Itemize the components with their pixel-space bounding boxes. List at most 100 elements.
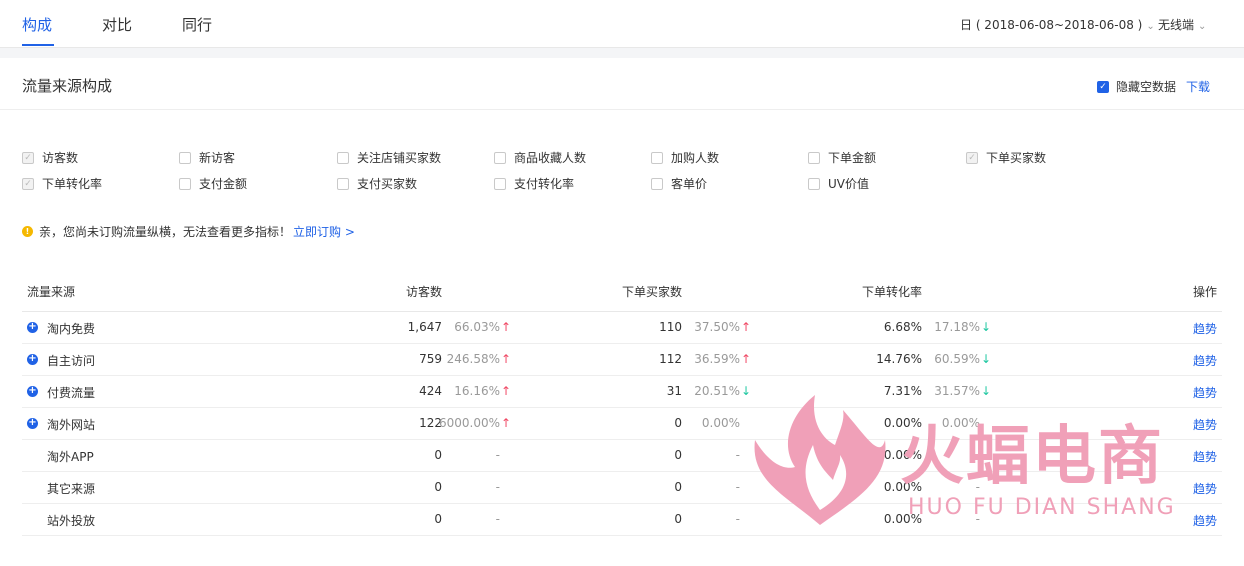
- table-row: 站外投放 0 - 0 - 0.00% - 趋势: [22, 504, 1222, 536]
- visitors-value: 424: [419, 384, 442, 398]
- checkbox-icon: [651, 151, 663, 164]
- metric-label: 访客数: [42, 151, 79, 165]
- expand-icon[interactable]: +: [27, 354, 38, 365]
- metric-option[interactable]: 支付金额: [179, 175, 247, 192]
- visitors-change: 66.03%: [454, 320, 500, 334]
- expand-icon[interactable]: +: [27, 386, 38, 397]
- checkbox-checked-icon: ✓: [1097, 80, 1109, 93]
- section-header: 流量来源构成 ✓ 隐藏空数据 下载: [0, 58, 1244, 110]
- metric-label: 下单金额: [828, 151, 877, 165]
- arrow-up-icon: ↑: [741, 320, 752, 334]
- arrow-down-icon: ↓: [981, 352, 992, 366]
- checkbox-icon: [494, 177, 506, 190]
- conversion-change: -: [975, 512, 980, 526]
- conversion-value: 6.68%: [883, 320, 922, 334]
- checkbox-checked-icon: ✓: [966, 151, 978, 164]
- date-range-picker[interactable]: 日 ( 2018-06-08~2018-06-08 ) ⌄: [960, 16, 1155, 33]
- conversion-change: -: [975, 480, 980, 494]
- trend-link[interactable]: 趋势: [1193, 480, 1217, 497]
- metric-label: 下单转化率: [42, 177, 103, 191]
- table-row: 其它来源 0 - 0 - 0.00% - 趋势: [22, 472, 1222, 504]
- metric-option[interactable]: ✓ 访客数: [22, 149, 78, 166]
- metric-label: 支付转化率: [514, 177, 575, 191]
- trend-link[interactable]: 趋势: [1193, 448, 1217, 465]
- buyers-change: 20.51%: [694, 384, 740, 398]
- col-header-action: 操作: [1193, 285, 1218, 299]
- arrow-down-icon: ↓: [981, 320, 992, 334]
- arrow-down-icon: ↓: [981, 384, 992, 398]
- top-tab-bar: 构成 对比 同行 日 ( 2018-06-08~2018-06-08 ) ⌄ 无线…: [0, 0, 1244, 48]
- conversion-value: 0.00%: [883, 512, 922, 526]
- table-row: 淘外APP 0 - 0 - 0.00% - 趋势: [22, 440, 1222, 472]
- metric-option[interactable]: 支付转化率: [494, 175, 574, 192]
- trend-link[interactable]: 趋势: [1193, 416, 1217, 433]
- conversion-change: -: [975, 448, 980, 462]
- download-link[interactable]: 下载: [1186, 78, 1210, 95]
- checkbox-icon: [808, 177, 820, 190]
- buyers-value: 0: [674, 512, 682, 526]
- arrow-up-icon: ↑: [501, 352, 512, 366]
- visitors-change: -: [495, 448, 500, 462]
- buyers-change: 36.59%: [694, 352, 740, 366]
- metric-option[interactable]: 商品收藏人数: [494, 149, 586, 166]
- checkbox-checked-icon: ✓: [22, 151, 34, 164]
- buyers-value: 112: [659, 352, 682, 366]
- chevron-down-icon: ⌄: [1198, 21, 1207, 32]
- visitors-value: 759: [419, 352, 442, 366]
- arrow-up-icon: ↑: [741, 352, 752, 366]
- expand-icon[interactable]: +: [27, 418, 38, 429]
- metric-option[interactable]: 关注店铺买家数: [337, 149, 441, 166]
- checkbox-icon: [808, 151, 820, 164]
- conversion-value: 7.31%: [883, 384, 922, 398]
- subscribe-link[interactable]: 立即订购 >: [293, 223, 355, 240]
- conversion-change: 31.57%: [934, 384, 980, 398]
- metric-option[interactable]: 支付买家数: [337, 175, 417, 192]
- buyers-change: 37.50%: [694, 320, 740, 334]
- date-range-label: 日 ( 2018-06-08~2018-06-08 ): [960, 18, 1143, 32]
- expand-icon[interactable]: +: [27, 322, 38, 333]
- metric-option[interactable]: ✓ 下单买家数: [966, 149, 1046, 166]
- arrow-down-icon: ↓: [741, 384, 752, 398]
- table-row: + 淘内免费 1,647 66.03% ↑ 110 37.50% ↑ 6.68% 17.18% ↓ 趋…: [22, 312, 1222, 344]
- trend-link[interactable]: 趋势: [1193, 384, 1217, 401]
- metric-option[interactable]: ✓ 下单转化率: [22, 175, 102, 192]
- buyers-value: 0: [674, 448, 682, 462]
- visitors-value: 0: [434, 480, 442, 494]
- metric-option[interactable]: UV价值: [808, 175, 869, 192]
- conversion-change: 17.18%: [934, 320, 980, 334]
- source-name: 付费流量: [47, 386, 96, 400]
- metric-label: 新访客: [199, 151, 236, 165]
- checkbox-checked-icon: ✓: [22, 177, 34, 190]
- visitors-change: 246.58%: [446, 352, 500, 366]
- tab-composition[interactable]: 构成: [22, 14, 52, 35]
- buyers-value: 31: [666, 384, 682, 398]
- table-row: + 淘外网站 122 6000.00% ↑ 0 0.00% 0.00% 0.00% 趋势: [22, 408, 1222, 440]
- device-select[interactable]: 无线端 ⌄: [1158, 16, 1206, 33]
- active-tab-indicator: [22, 44, 54, 46]
- arrow-up-icon: ↑: [501, 320, 512, 334]
- trend-link[interactable]: 趋势: [1193, 352, 1217, 369]
- tab-peers[interactable]: 同行: [182, 14, 212, 35]
- metric-label: 下单买家数: [986, 151, 1047, 165]
- source-name: 站外投放: [47, 514, 96, 528]
- conversion-value: 0.00%: [883, 416, 922, 430]
- tab-compare[interactable]: 对比: [102, 14, 132, 35]
- metric-option[interactable]: 下单金额: [808, 149, 876, 166]
- metric-option[interactable]: 新访客: [179, 149, 235, 166]
- subscription-notice: ! 亲，您尚未订购流量纵横，无法查看更多指标！ 立即订购 >: [22, 223, 355, 240]
- arrow-up-icon: ↑: [501, 416, 512, 430]
- visitors-change: 6000.00%: [438, 416, 500, 430]
- metric-option[interactable]: 客单价: [651, 175, 707, 192]
- conversion-change: 0.00%: [941, 416, 980, 430]
- col-header-source: 流量来源: [27, 285, 76, 299]
- buyers-change: -: [735, 480, 740, 494]
- device-label: 无线端: [1158, 18, 1195, 32]
- conversion-value: 14.76%: [876, 352, 922, 366]
- col-header-visitors: 访客数: [406, 285, 443, 299]
- hide-empty-toggle[interactable]: ✓ 隐藏空数据: [1097, 78, 1176, 95]
- trend-link[interactable]: 趋势: [1193, 320, 1217, 337]
- metric-option[interactable]: 加购人数: [651, 149, 719, 166]
- metric-label: 客单价: [671, 177, 708, 191]
- trend-link[interactable]: 趋势: [1193, 512, 1217, 529]
- visitors-value: 0: [434, 512, 442, 526]
